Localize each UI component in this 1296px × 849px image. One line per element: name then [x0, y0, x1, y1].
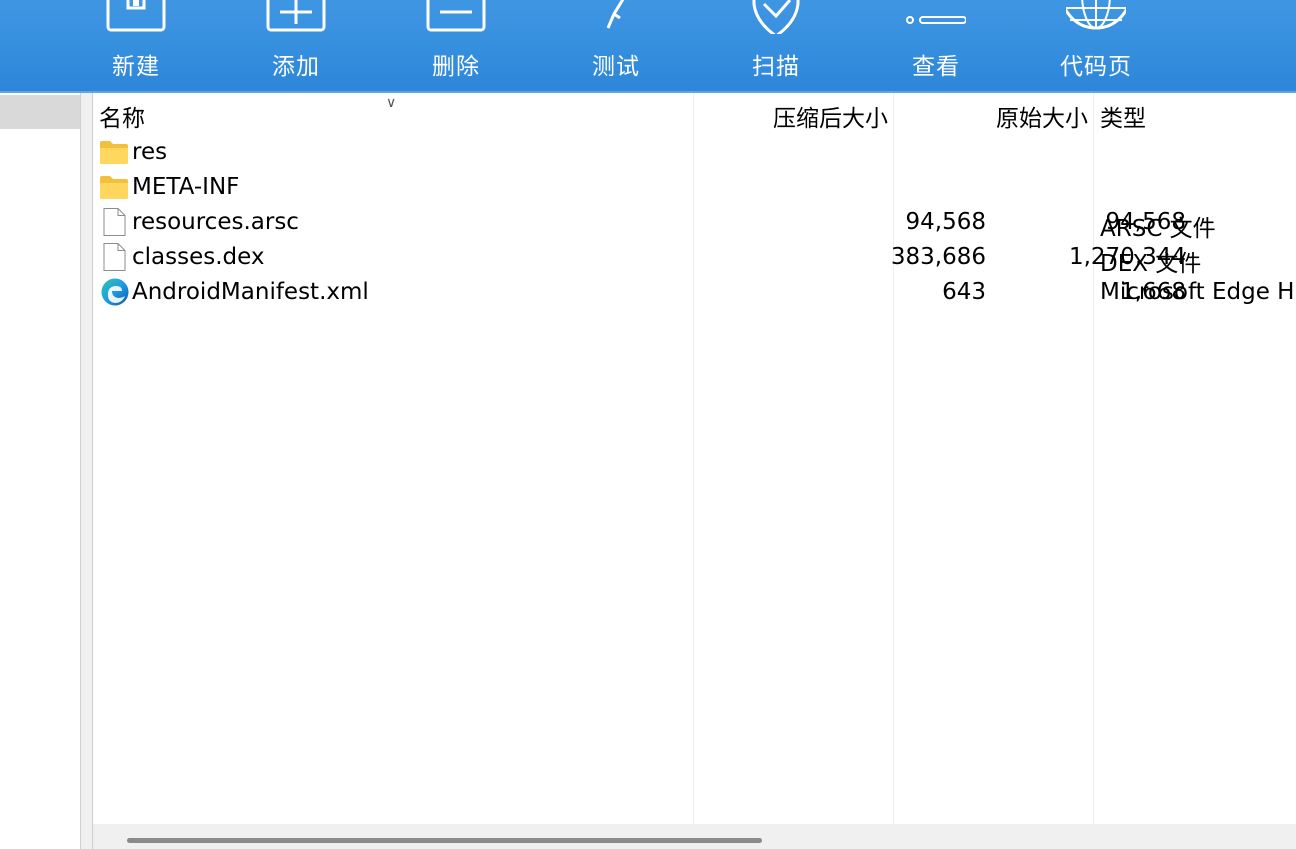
toolbar: 新建 添加 删除 测试 扫描 查看 代码页	[0, 0, 1296, 93]
file-name: classes.dex	[132, 244, 265, 270]
delete-icon	[426, 0, 486, 32]
column-header-original[interactable]: 原始大小	[996, 99, 1088, 133]
delete-label: 删除	[432, 54, 480, 80]
compressed-size: 94,568	[905, 209, 986, 235]
add-icon	[266, 0, 326, 32]
scan-button[interactable]: 扫描	[696, 0, 856, 91]
pane-splitter[interactable]	[80, 93, 93, 849]
file-icon	[103, 208, 126, 236]
table-row[interactable]: AndroidManifest.xml 643 1,668 Microsoft …	[93, 275, 1296, 310]
horizontal-scrollbar[interactable]	[93, 824, 1296, 849]
table-row[interactable]: classes.dex 383,686 1,270,344 DEX 文件	[93, 240, 1296, 277]
codepage-globe-icon	[1066, 0, 1126, 30]
codepage-label: 代码页	[1060, 54, 1132, 80]
scan-shield-icon	[752, 0, 800, 34]
new-button[interactable]: 新建	[56, 0, 216, 91]
view-icon	[906, 16, 966, 24]
codepage-button[interactable]: 代码页	[1016, 0, 1176, 91]
table-row[interactable]: resources.arsc 94,568 94,568 ARSC 文件	[93, 205, 1296, 242]
file-name: resources.arsc	[132, 209, 299, 235]
compressed-size: 383,686	[890, 244, 986, 270]
test-button[interactable]: 测试	[536, 0, 696, 91]
folder-tree-pane[interactable]	[0, 93, 80, 849]
file-icon	[103, 243, 126, 271]
column-header-type[interactable]: 类型	[1100, 99, 1146, 133]
file-name: AndroidManifest.xml	[132, 279, 369, 305]
folder-icon	[100, 141, 128, 164]
table-row[interactable]: META-INF	[93, 170, 1296, 205]
file-type: Microsoft Edge H	[1100, 279, 1295, 305]
file-name: META-INF	[132, 174, 240, 200]
table-row[interactable]: res	[93, 135, 1296, 170]
view-label: 查看	[912, 54, 960, 80]
file-list[interactable]: 名称 ∨ 压缩后大小 原始大小 类型 res META-INF resource…	[93, 93, 1296, 824]
edge-icon	[101, 278, 129, 306]
view-button[interactable]: 查看	[856, 0, 1016, 91]
test-label: 测试	[592, 54, 640, 80]
folder-tree-selected-item[interactable]	[0, 95, 80, 129]
file-type: DEX 文件	[1100, 251, 1202, 277]
sort-indicator: ∨	[386, 95, 397, 111]
delete-button[interactable]: 删除	[376, 0, 536, 91]
column-header-compressed[interactable]: 压缩后大小	[773, 99, 888, 133]
new-label: 新建	[112, 54, 160, 80]
column-header-name[interactable]: 名称	[99, 99, 145, 133]
new-archive-icon	[106, 0, 166, 32]
compressed-size: 643	[942, 279, 986, 305]
file-type: ARSC 文件	[1100, 216, 1216, 242]
test-icon	[606, 0, 625, 29]
scan-label: 扫描	[752, 54, 800, 80]
folder-icon	[100, 176, 128, 199]
file-name: res	[132, 139, 168, 165]
add-label: 添加	[272, 54, 320, 80]
add-button[interactable]: 添加	[216, 0, 376, 91]
scrollbar-thumb[interactable]	[127, 838, 762, 843]
